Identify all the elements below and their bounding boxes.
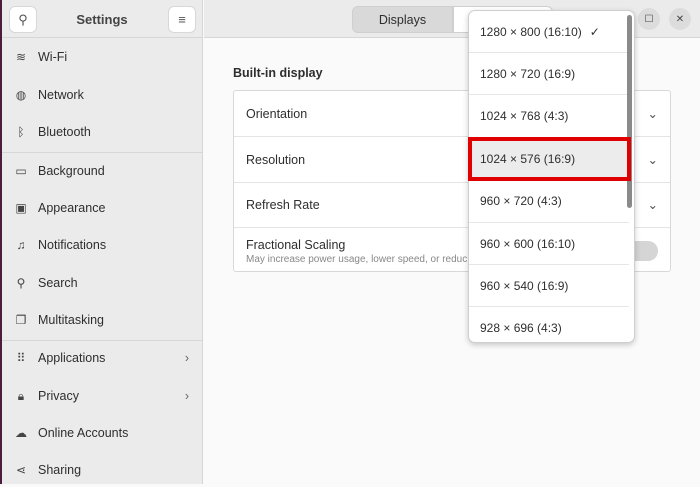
- divider: [2, 152, 203, 153]
- appearance-icon: ▣: [15, 201, 27, 215]
- sidebar-item-label: Appearance: [38, 201, 106, 215]
- sidebar-item-notifications[interactable]: ♫ Notifications: [2, 228, 203, 262]
- network-icon: ◍: [15, 88, 27, 102]
- sidebar-item-label: Online Accounts: [38, 426, 129, 440]
- sidebar: ⚲ Settings ≡ ≋ Wi-Fi ◍ Network ᛒ Bluetooth ▭ Ba…: [2, 0, 203, 484]
- option-label: 1280 × 720 (16:9): [480, 66, 576, 81]
- menu-button[interactable]: ≡: [168, 6, 196, 33]
- chevron-down-icon: ⌄: [647, 198, 658, 212]
- hamburger-icon: ≡: [178, 12, 186, 27]
- sidebar-item-search[interactable]: ⚲ Search: [2, 266, 203, 300]
- close-icon: ✕: [675, 13, 685, 25]
- resolution-option[interactable]: 1280 × 800 (16:10) ✓: [469, 11, 629, 53]
- option-label: 1280 × 800 (16:10): [480, 24, 582, 39]
- sidebar-item-multitasking[interactable]: ❐ Multitasking: [2, 303, 203, 337]
- sidebar-item-label: Wi-Fi: [38, 50, 68, 64]
- resolution-option[interactable]: 1280 × 720 (16:9): [469, 53, 629, 96]
- maximize-icon: ☐: [644, 13, 654, 25]
- sidebar-item-bluetooth[interactable]: ᛒ Bluetooth: [2, 115, 203, 149]
- row-label: Refresh Rate: [246, 197, 320, 212]
- sidebar-item-background[interactable]: ▭ Background: [2, 154, 203, 188]
- row-label: Orientation: [246, 106, 308, 121]
- sidebar-item-label: Search: [38, 276, 78, 290]
- chevron-right-icon: ›: [184, 351, 189, 365]
- sidebar-item-label: Network: [38, 88, 84, 102]
- sidebar-item-appearance[interactable]: ▣ Appearance: [2, 191, 203, 225]
- applications-icon: ⠿: [16, 351, 26, 365]
- row-label: Fractional Scaling: [246, 237, 346, 252]
- sidebar-item-label: Notifications: [38, 238, 107, 252]
- chevron-down-icon: ⌄: [647, 153, 658, 167]
- bell-icon: ♫: [16, 238, 26, 252]
- sidebar-item-sharing[interactable]: ⋖ Sharing: [2, 453, 203, 487]
- cloud-icon: ☁: [15, 426, 27, 440]
- option-label: 1024 × 768 (4:3): [480, 109, 569, 124]
- background-icon: ▭: [15, 164, 27, 178]
- option-label: 960 × 540 (16:9): [480, 278, 569, 293]
- sidebar-item-label: Background: [38, 164, 105, 178]
- maximize-button[interactable]: ☐: [638, 8, 660, 30]
- lock-icon: 🔒︎: [17, 388, 25, 403]
- chevron-right-icon: ›: [184, 389, 189, 403]
- sidebar-item-label: Sharing: [38, 463, 82, 477]
- sidebar-item-wi-fi[interactable]: ≋ Wi-Fi: [2, 40, 203, 74]
- resolution-option[interactable]: 928 × 696 (4:3): [469, 308, 629, 342]
- sidebar-item-label: Bluetooth: [38, 125, 91, 139]
- sidebar-item-online-accounts[interactable]: ☁ Online Accounts: [2, 416, 203, 450]
- option-label: 928 × 696 (4:3): [480, 321, 562, 336]
- tab-displays[interactable]: Displays: [352, 6, 453, 33]
- chevron-down-icon: ⌄: [647, 107, 658, 121]
- option-label: 960 × 720 (4:3): [480, 194, 562, 209]
- checkmark-icon: ✓: [589, 24, 600, 39]
- divider: [2, 340, 203, 341]
- share-icon: ⋖: [15, 463, 27, 477]
- sidebar-item-applications[interactable]: ⠿ Applications ›: [2, 341, 203, 375]
- sidebar-item-label: Applications: [38, 351, 106, 365]
- sidebar-item-network[interactable]: ◍ Network: [2, 78, 203, 112]
- bluetooth-icon: ᛒ: [17, 125, 25, 139]
- wifi-icon: ≋: [15, 50, 27, 64]
- row-label: Resolution: [246, 152, 306, 167]
- multitasking-icon: ❐: [15, 313, 27, 327]
- resolution-option[interactable]: 1024 × 768 (4:3): [469, 96, 629, 138]
- sidebar-item-label: Privacy: [38, 389, 79, 403]
- highlight-box: [468, 137, 631, 181]
- resolution-option[interactable]: 960 × 720 (4:3): [469, 181, 629, 223]
- sidebar-item-privacy[interactable]: 🔒︎ Privacy ›: [2, 379, 203, 413]
- resolution-option[interactable]: 960 × 600 (16:10): [469, 223, 629, 265]
- row-description: May increase power usage, lower speed, o…: [246, 253, 468, 265]
- option-label: 960 × 600 (16:10): [480, 236, 576, 251]
- resolution-option[interactable]: 960 × 540 (16:9): [469, 265, 629, 308]
- sidebar-item-label: Multitasking: [38, 313, 104, 327]
- search-icon: ⚲: [16, 276, 26, 290]
- sidebar-header: ⚲ Settings ≡: [2, 0, 202, 38]
- section-title: Built-in display: [233, 66, 323, 80]
- close-button[interactable]: ✕: [669, 8, 691, 30]
